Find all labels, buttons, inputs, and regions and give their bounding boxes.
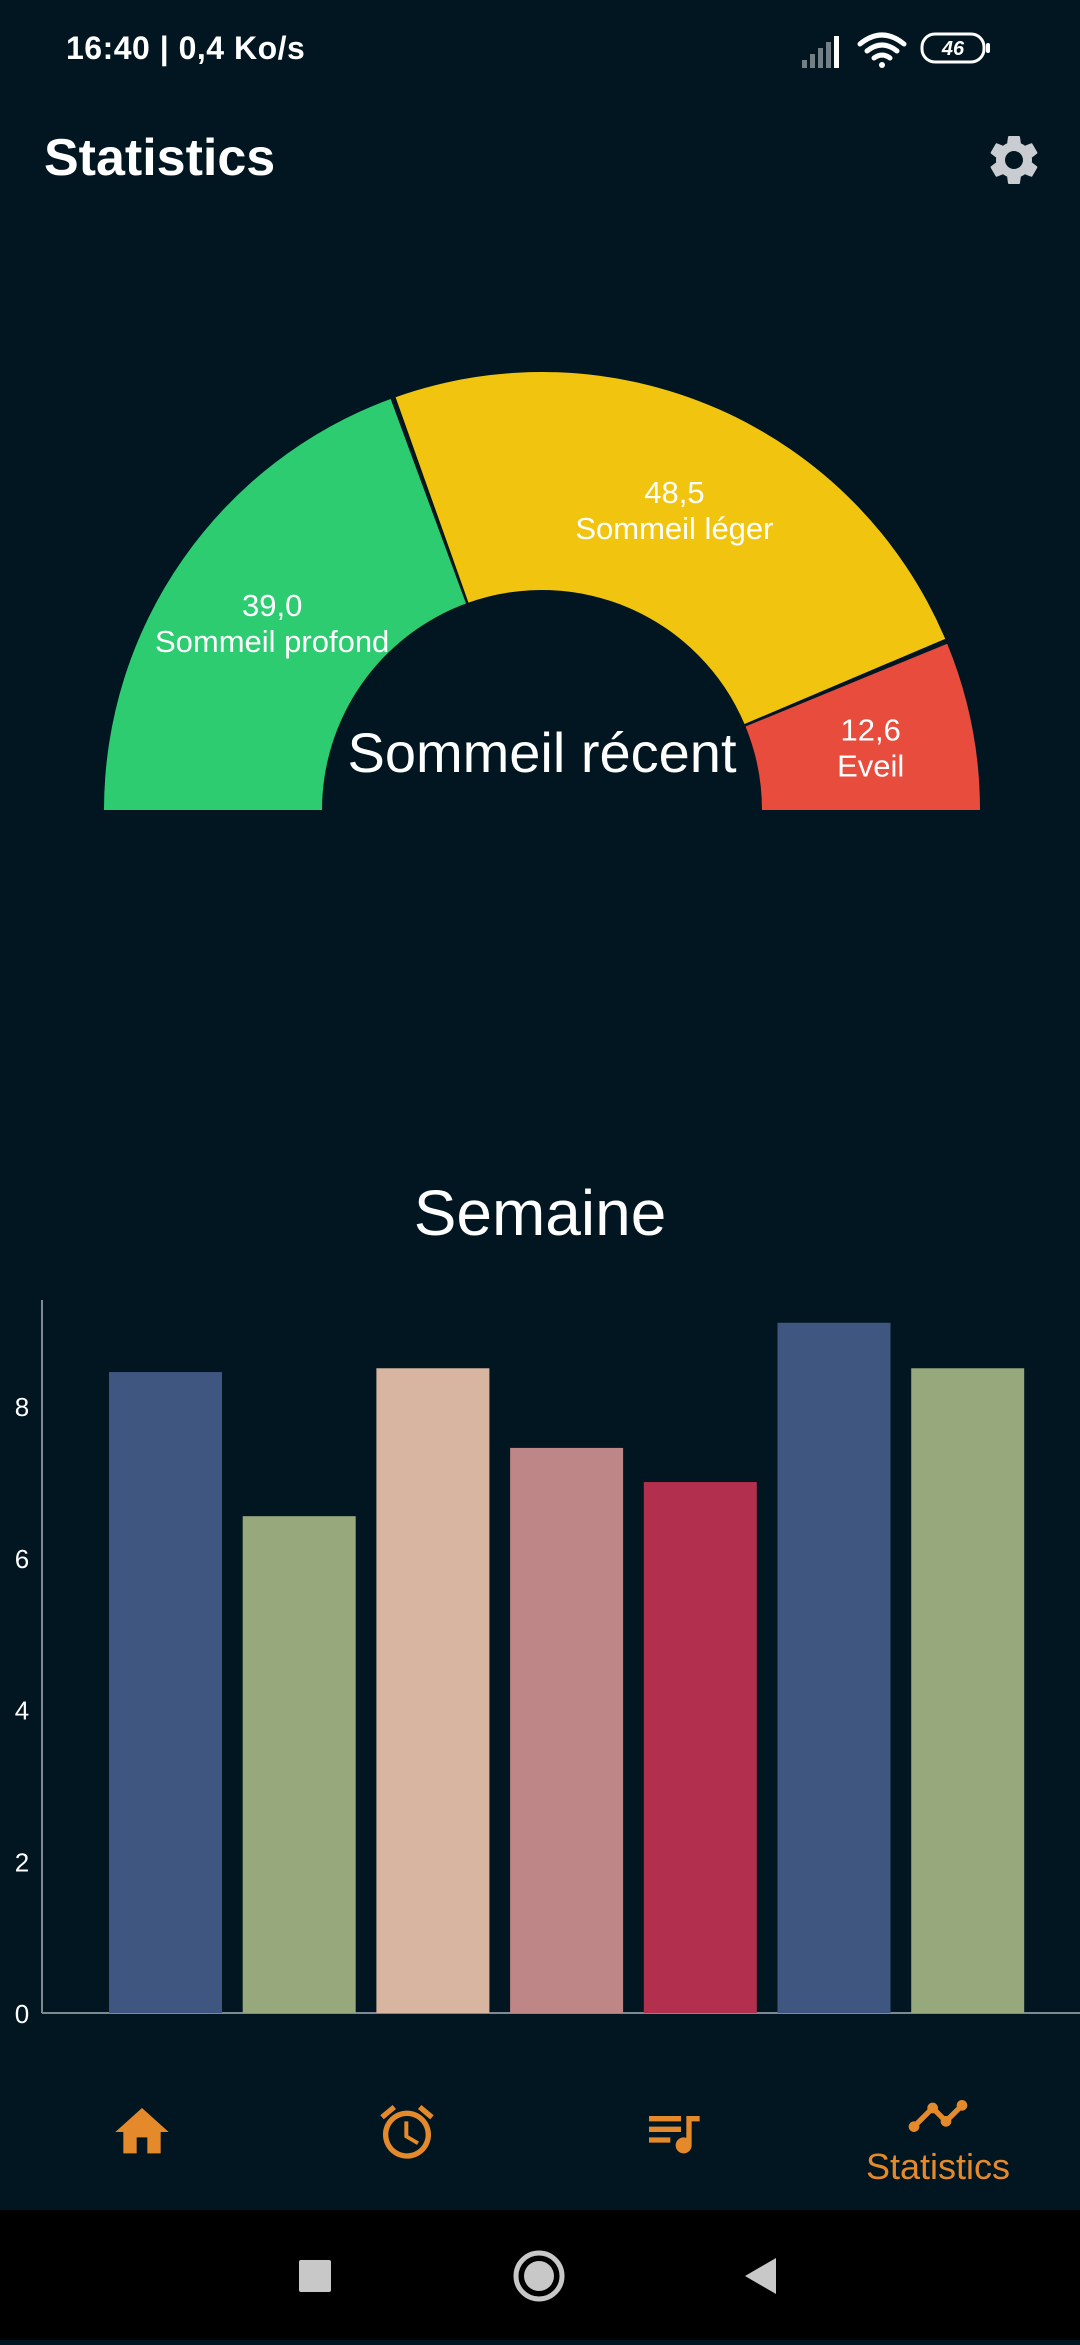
battery-icon: 46: [920, 32, 990, 64]
bar-1: [109, 1372, 222, 2013]
nav-statistics[interactable]: Statistics: [803, 2070, 1073, 2210]
gear-icon: [990, 136, 1038, 184]
status-icons: 46: [800, 28, 1050, 72]
bar-7: [911, 1368, 1025, 2013]
bar-2: [242, 1516, 356, 2013]
gauge-center-label: Sommeil récent: [347, 721, 736, 784]
gauge-segment-label-2: Sommeil léger: [575, 511, 773, 546]
app-bar: Statistics: [0, 110, 1080, 210]
week-bar-chart: 0 2 4 6 8: [0, 1290, 1080, 2030]
y-tick-label: 8: [15, 1392, 29, 1422]
bar-5: [643, 1482, 757, 2013]
y-tick-label: 6: [15, 1544, 29, 1574]
playlist-icon: [649, 2116, 700, 2154]
nav-playlist[interactable]: [538, 2070, 808, 2210]
settings-button[interactable]: [978, 124, 1050, 196]
bottom-navigation: Statistics: [0, 2070, 1080, 2210]
alarm-icon: [380, 2104, 434, 2159]
nav-alarm[interactable]: [272, 2070, 542, 2210]
home-circle-icon[interactable]: [513, 2250, 565, 2302]
gauge-segment-value-1: 39,0: [242, 588, 302, 623]
statistics-icon: [908, 2100, 968, 2132]
battery-level: 46: [941, 38, 965, 60]
y-tick-label: 2: [15, 1847, 29, 1877]
gauge-segment-value-2: 48,5: [644, 475, 704, 510]
recents-icon[interactable]: [299, 2260, 331, 2292]
gauge-segment-value-3: 12,6: [840, 712, 900, 747]
bar-4: [510, 1447, 624, 2013]
gauge-segment-label-1: Sommeil profond: [155, 624, 389, 659]
y-tick-label: 4: [15, 1696, 29, 1726]
y-tick-label: 0: [15, 1999, 29, 2029]
home-icon: [115, 2108, 169, 2154]
back-icon[interactable]: [745, 2258, 776, 2294]
page-title: Statistics: [44, 129, 276, 187]
gauge-segment-label-3: Eveil: [837, 748, 904, 783]
system-navigation-bar: [0, 2210, 1080, 2340]
nav-statistics-label: Statistics: [865, 2146, 1011, 2187]
bar-3: [376, 1368, 490, 2013]
sleep-gauge: 39,0 Sommeil profond 48,5 Sommeil léger 12,6…: [0, 350, 1080, 830]
status-time: 16:40 | 0,4 Ko/s: [66, 30, 306, 66]
bar-6: [777, 1322, 891, 2013]
gauge-segment-2: [395, 372, 946, 725]
nav-home[interactable]: [7, 2070, 277, 2210]
week-title: Semaine: [413, 1177, 667, 1249]
status-bar: 16:40 | 0,4 Ko/s 46: [0, 0, 1080, 100]
signal-icon: [802, 36, 839, 68]
wifi-icon: [857, 32, 907, 68]
